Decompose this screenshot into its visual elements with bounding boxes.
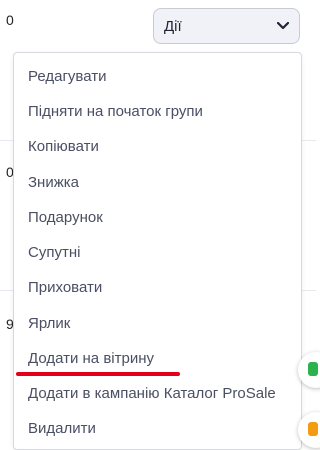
menu-item-label[interactable]: Ярлик [28, 315, 70, 333]
menu-item-copy[interactable]: Копіювати [28, 138, 99, 156]
green-chat-icon [308, 362, 318, 376]
menu-item-raise-to-top[interactable]: Підняти на початок групи [28, 103, 203, 121]
menu-item-discount[interactable]: Знижка [28, 174, 79, 192]
actions-dropdown-menu: Редагувати Підняти на початок групи Копі… [13, 52, 302, 450]
actions-select-label: Дії [164, 17, 182, 35]
row-number: 0 [6, 12, 14, 28]
menu-item-gift[interactable]: Подарунок [28, 209, 103, 227]
menu-item-related[interactable]: Супутні [28, 244, 80, 262]
chevron-down-icon [277, 20, 289, 32]
menu-item-add-to-showcase[interactable]: Додати на вітрину [28, 350, 154, 368]
menu-item-hide[interactable]: Приховати [28, 279, 102, 297]
menu-item-add-to-prosale-campaign[interactable]: Додати в кампанію Каталог ProSale [28, 385, 276, 403]
actions-select[interactable]: Дії [153, 8, 300, 44]
menu-item-edit[interactable]: Редагувати [28, 68, 107, 86]
orange-lock-icon [308, 422, 318, 436]
menu-item-delete[interactable]: Видалити [28, 420, 96, 438]
highlight-underline [16, 372, 180, 376]
